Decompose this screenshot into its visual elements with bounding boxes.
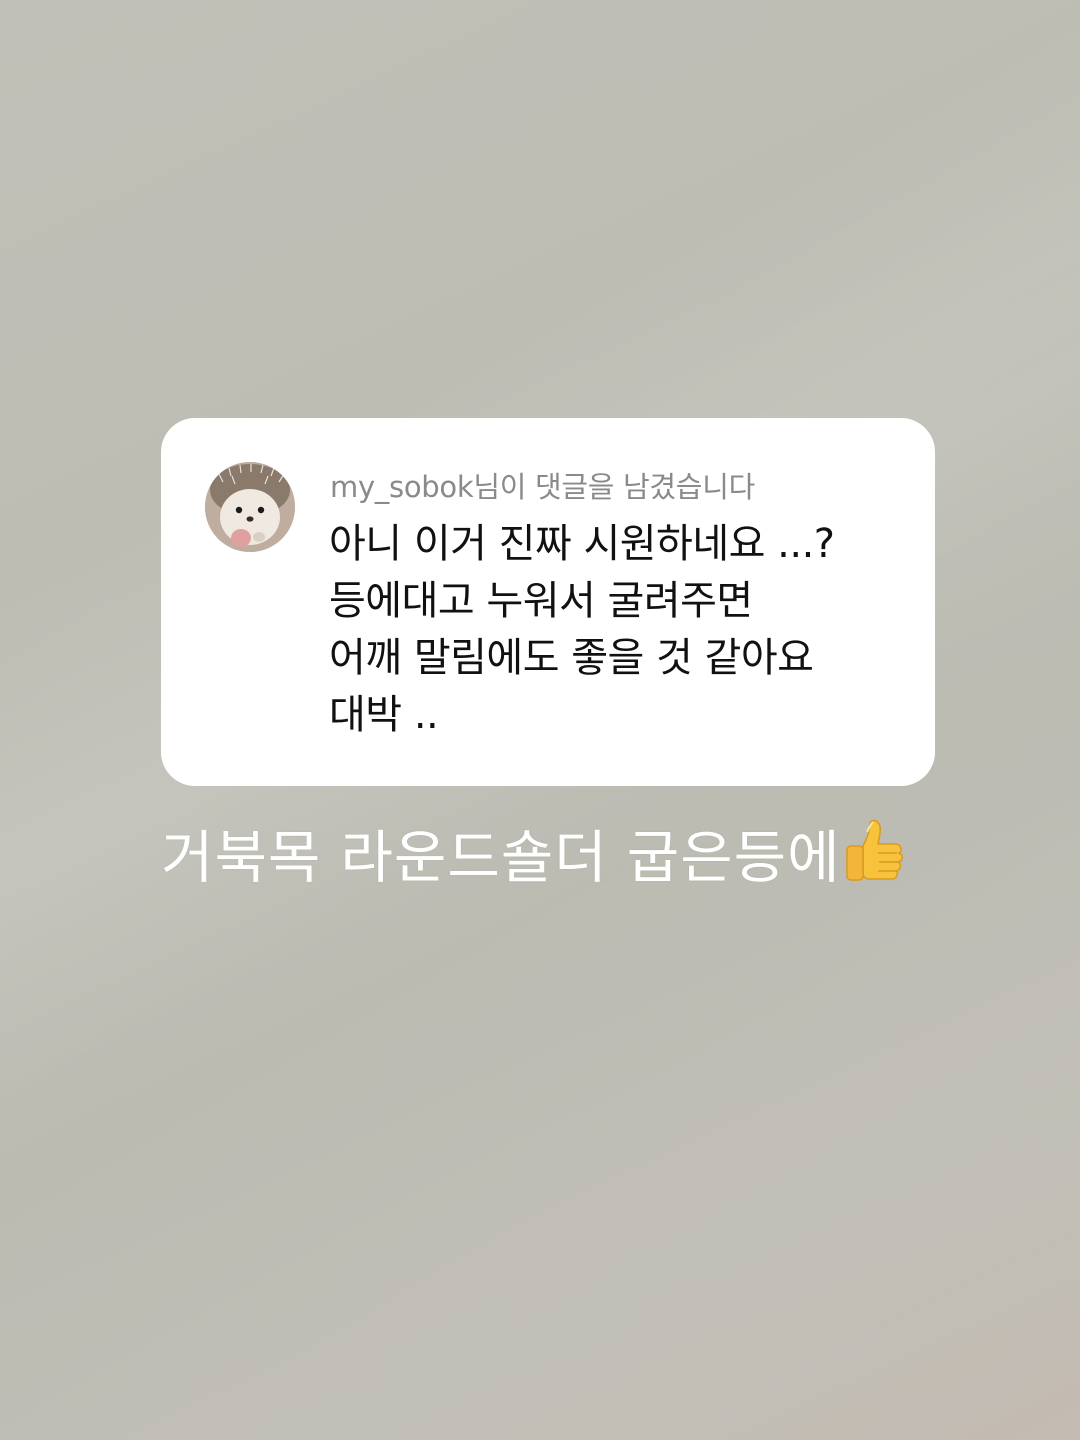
comment-header-suffix: 님이 댓글을 남겼습니다 <box>473 470 755 504</box>
comment-header: my_sobok님이 댓글을 남겼습니다 <box>330 464 755 506</box>
story-caption: 거북목 라운드숄더 굽은등에 <box>161 816 911 891</box>
avatar[interactable] <box>205 462 295 552</box>
hedgehog-avatar-icon <box>205 462 295 552</box>
comment-username[interactable]: my_sobok <box>330 470 474 504</box>
comment-line: 대박 .. <box>329 692 439 738</box>
comment-sticker[interactable]: my_sobok님이 댓글을 남겼습니다 아니 이거 진짜 시원하네요 ...?… <box>161 418 935 786</box>
comment-line: 어깨 말림에도 좋을 것 같아요 <box>329 635 814 681</box>
comment-body: 아니 이거 진짜 시원하네요 ...? 등에대고 누워서 굴려주면 어깨 말림에… <box>329 516 909 744</box>
comment-line: 아니 이거 진짜 시원하네요 ...? <box>329 521 835 567</box>
caption-text: 거북목 라운드숄더 굽은등에 <box>161 825 841 891</box>
thumbs-up-icon <box>837 816 911 890</box>
comment-line: 등에대고 누워서 굴려주면 <box>329 578 753 624</box>
